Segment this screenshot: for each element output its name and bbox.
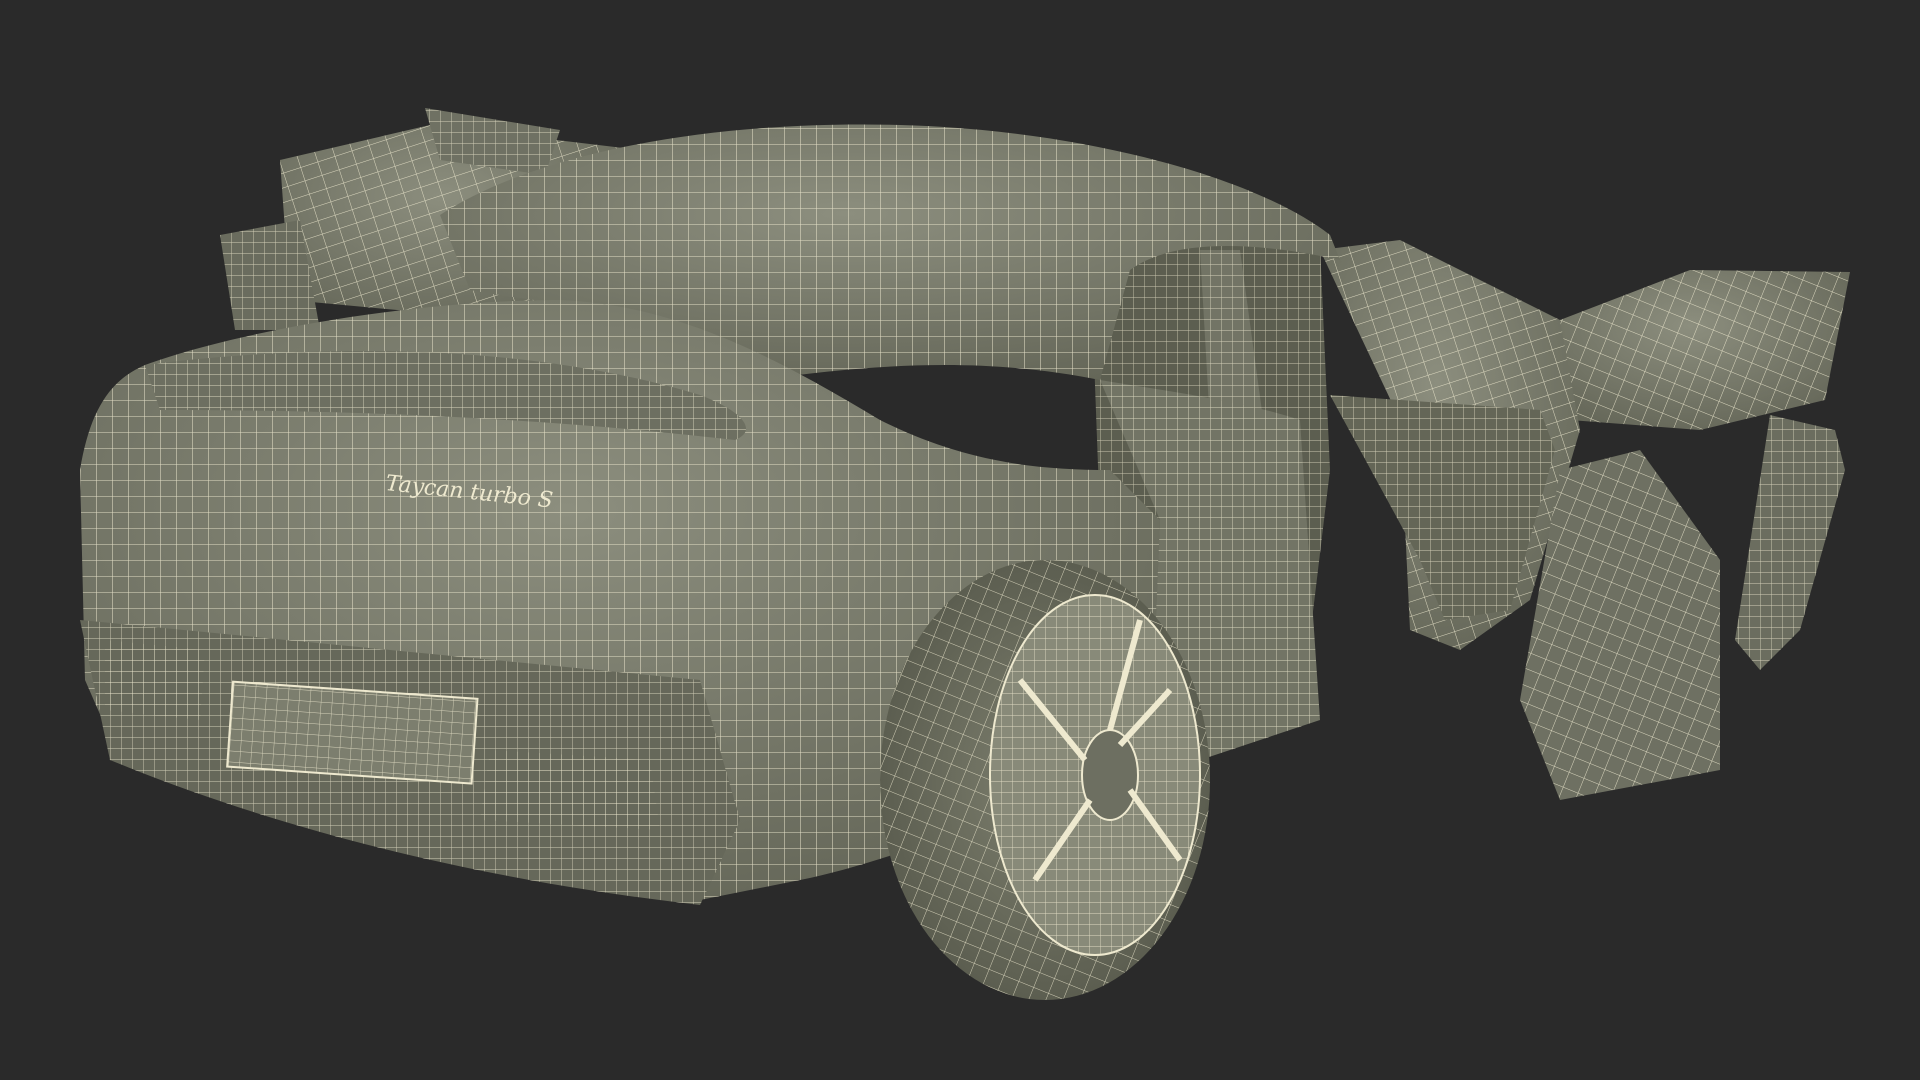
car-wireframe-render: Taycan turbo S: [0, 0, 1920, 1080]
rear-right-wheel: [880, 560, 1210, 1000]
left-rear-vent: [105, 640, 205, 720]
wheel-hub: [1081, 729, 1139, 821]
render-viewport: Taycan turbo S: [0, 0, 1920, 1080]
right-rear-vent: [480, 750, 660, 830]
